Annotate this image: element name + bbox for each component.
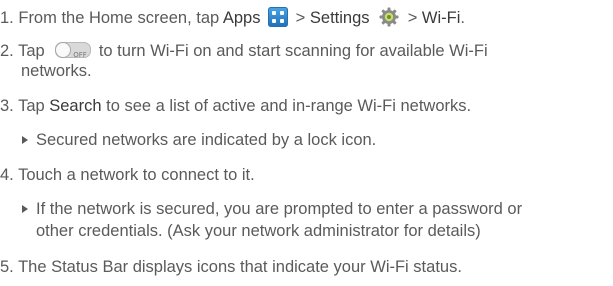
step-4-bullet-line-2: other credentials. (Ask your network adm… <box>36 222 481 240</box>
step-3-text-cont: to see a list of active and in-range Wi-… <box>101 97 472 115</box>
step-1-text: From the Home screen, tap <box>18 9 223 27</box>
step-3-bullet: Secured networks are indicated by a lock… <box>36 131 377 149</box>
search-label: Search <box>49 97 102 115</box>
step-2-text-cont: to turn Wi-Fi on and start scanning for … <box>94 42 488 60</box>
step-4-text: Touch a network to connect to it. <box>18 166 255 184</box>
separator-1: > <box>291 9 310 27</box>
step-5-text: The Status Bar displays icons that indic… <box>18 258 462 276</box>
step-1-number: 1. <box>0 9 14 27</box>
apps-label: Apps <box>222 9 261 27</box>
step-4-bullet-line-1: If the network is secured, you are promp… <box>36 200 523 218</box>
step-3: 3. Tap Search to see a list of active an… <box>0 96 471 116</box>
separator-2: > <box>403 9 422 27</box>
step-4: 4. Touch a network to connect to it. <box>0 165 255 185</box>
step-5-number: 5. <box>0 258 14 276</box>
step-3-text: Tap <box>18 97 50 115</box>
step-3-number: 3. <box>0 97 14 115</box>
step-2-number: 2. <box>0 42 14 60</box>
apps-grid-icon <box>268 7 289 27</box>
step-1: 1. From the Home screen, tap Apps > Sett… <box>0 7 465 27</box>
settings-label: Settings <box>309 9 370 27</box>
wifi-toggle-off-icon: OFF <box>55 42 92 59</box>
step-4-number: 4. <box>0 166 14 184</box>
step-2-text: Tap <box>18 42 50 60</box>
instructions-page: 1. From the Home screen, tap Apps > Sett… <box>0 0 613 286</box>
bullet-arrow-icon <box>22 136 28 144</box>
bullet-arrow-icon <box>22 205 28 213</box>
wifi-label: Wi-Fi <box>421 9 461 27</box>
step-5: 5. The Status Bar displays icons that in… <box>0 257 462 277</box>
step-2-line-2: networks. <box>21 62 92 80</box>
step-2: 2. Tap OFF to turn Wi-Fi on and start sc… <box>0 41 488 61</box>
settings-gear-icon <box>379 7 399 27</box>
